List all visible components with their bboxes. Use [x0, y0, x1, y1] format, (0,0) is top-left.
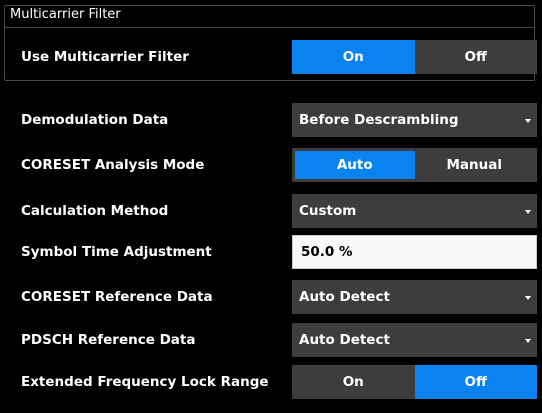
use-multicarrier-filter-on-button[interactable]: On — [292, 40, 415, 74]
use-multicarrier-filter-toggle: On Off — [292, 40, 537, 74]
demodulation-data-label: Demodulation Data — [21, 112, 169, 128]
coreset-analysis-mode-label: CORESET Analysis Mode — [21, 157, 205, 173]
pdsch-reference-data-value: Auto Detect — [299, 332, 390, 348]
coreset-analysis-mode-auto-button[interactable]: Auto — [295, 151, 415, 179]
extended-frequency-lock-range-off-button[interactable]: Off — [414, 365, 537, 399]
symbol-time-adjustment-input[interactable]: 50.0 % — [292, 235, 537, 269]
demodulation-data-dropdown[interactable]: Before Descrambling — [292, 103, 537, 137]
chevron-down-icon — [525, 210, 531, 214]
chevron-down-icon — [525, 296, 531, 300]
coreset-reference-data-value: Auto Detect — [299, 289, 390, 305]
pdsch-reference-data-dropdown[interactable]: Auto Detect — [292, 323, 537, 357]
calculation-method-dropdown[interactable]: Custom — [292, 194, 537, 228]
calculation-method-label: Calculation Method — [21, 203, 169, 219]
pdsch-reference-data-label: PDSCH Reference Data — [21, 332, 196, 348]
symbol-time-adjustment-label: Symbol Time Adjustment — [21, 244, 212, 260]
use-multicarrier-filter-off-button[interactable]: Off — [414, 40, 537, 74]
extended-frequency-lock-range-toggle: On Off — [292, 365, 537, 399]
coreset-analysis-mode-toggle: Auto Manual — [292, 148, 537, 182]
extended-frequency-lock-range-label: Extended Frequency Lock Range — [21, 374, 269, 390]
group-divider — [5, 27, 534, 28]
extended-frequency-lock-range-on-button[interactable]: On — [292, 365, 415, 399]
chevron-down-icon — [525, 119, 531, 123]
demodulation-data-value: Before Descrambling — [299, 112, 459, 128]
multicarrier-settings-panel: Multicarrier Filter Use Multicarrier Fil… — [0, 0, 542, 413]
group-title: Multicarrier Filter — [10, 7, 121, 22]
coreset-reference-data-label: CORESET Reference Data — [21, 289, 213, 305]
coreset-reference-data-dropdown[interactable]: Auto Detect — [292, 280, 537, 314]
calculation-method-value: Custom — [299, 203, 357, 219]
coreset-analysis-mode-manual-button[interactable]: Manual — [414, 151, 534, 179]
symbol-time-adjustment-value: 50.0 % — [301, 244, 353, 260]
use-multicarrier-filter-label: Use Multicarrier Filter — [21, 49, 189, 65]
chevron-down-icon — [525, 339, 531, 343]
